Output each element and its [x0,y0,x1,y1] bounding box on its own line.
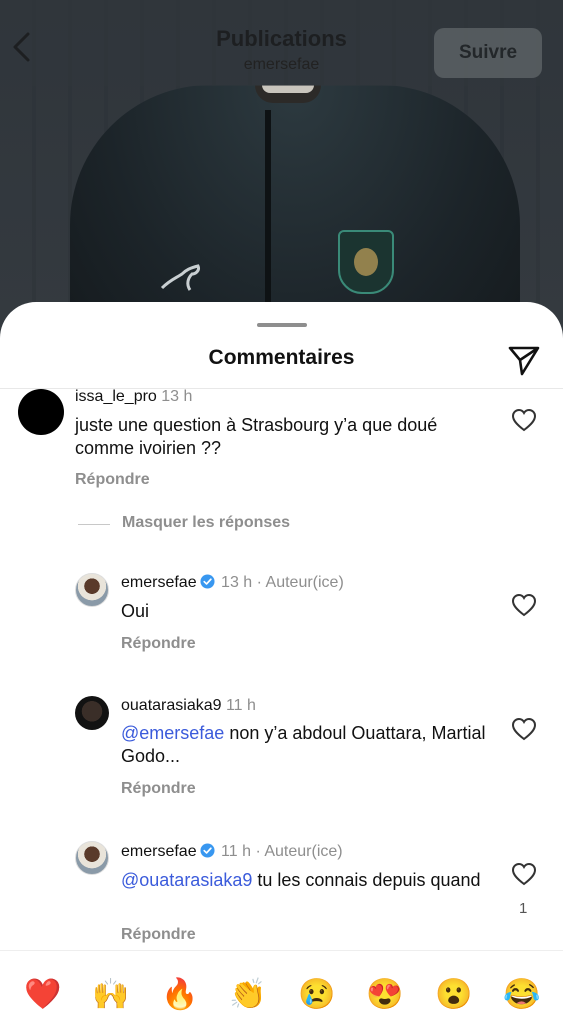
top-navigation-bar: Publications emersefae Suivre [0,0,563,86]
emoji-heart[interactable]: ❤️ [24,977,61,1013]
emoji-laughing[interactable]: 😂 [503,977,540,1013]
reply-time: 11 h [225,697,256,714]
like-count: 1 [519,900,528,917]
avatar[interactable] [75,841,109,875]
follow-button[interactable]: Suivre [434,28,542,78]
photo-teeth [262,85,314,93]
verified-badge-icon [200,843,215,858]
reply-button[interactable]: Répondre [121,926,196,944]
reply-time: 13 h [221,574,253,591]
share-button[interactable] [506,342,542,378]
puma-logo-icon [160,262,206,292]
reply-button[interactable]: Répondre [121,780,196,798]
emoji-heart-eyes[interactable]: 😍 [366,977,403,1013]
author-badge: Auteur(ice) [264,843,343,860]
hide-replies-line [78,524,110,525]
comment-username[interactable]: issa_le_pro [75,388,157,405]
heart-outline-icon[interactable] [511,593,537,617]
emoji-surprised[interactable]: 😮 [435,977,472,1013]
reply-text: Oui [121,601,150,621]
reply-header: emersefae 13 h · Auteur(ice) [121,574,344,591]
reply-button[interactable]: Répondre [75,471,150,489]
reply-username[interactable]: emersefae [121,843,197,860]
avatar[interactable] [75,696,109,730]
sheet-grabber-handle[interactable] [257,323,307,327]
comment-time: 13 h [161,388,193,405]
reply-button[interactable]: Répondre [121,635,196,653]
reply-username[interactable]: emersefae [121,574,197,591]
comment-text: juste une question à Strasbourg y’a que … [75,415,438,458]
avatar[interactable] [75,573,109,607]
reply-header: ouatarasiaka9 11 h [121,697,256,715]
mention-link[interactable]: @ouatarasiaka9 [121,870,252,890]
paper-plane-icon [508,346,540,376]
emoji-raised-hands[interactable]: 🙌 [92,977,129,1013]
author-badge: Auteur(ice) [265,574,344,591]
comment-header: issa_le_pro 13 h [75,388,192,406]
avatar[interactable] [18,389,64,435]
reply-header: emersefae 11 h · Auteur(ice) [121,843,343,860]
sheet-title: Commentaires [208,346,355,369]
emoji-crying[interactable]: 😢 [298,977,335,1013]
comments-sheet: Commentaires [0,302,563,1024]
hide-replies-label: Masquer les réponses [122,514,291,531]
team-crest-icon [338,230,394,294]
reply-username[interactable]: ouatarasiaka9 [121,697,222,714]
heart-outline-icon[interactable] [511,717,537,741]
mention-link[interactable]: @emersefae [121,723,224,743]
emoji-reaction-bar: ❤️ 🙌 🔥 👏 😢 😍 😮 😂 [0,950,563,1024]
heart-outline-icon[interactable] [511,408,537,432]
reply-body: tu les connais depuis quand [252,870,481,890]
reply-time: 11 h [221,843,251,860]
emoji-fire[interactable]: 🔥 [161,977,198,1013]
reply-text: @ouatarasiaka9 tu les connais depuis qua… [121,869,491,892]
heart-outline-icon[interactable] [511,862,537,886]
emoji-clapping[interactable]: 👏 [229,977,266,1013]
reply-text: @emersefae non y’a abdoul Ouattara, Mart… [121,722,491,768]
verified-badge-icon [200,574,215,589]
